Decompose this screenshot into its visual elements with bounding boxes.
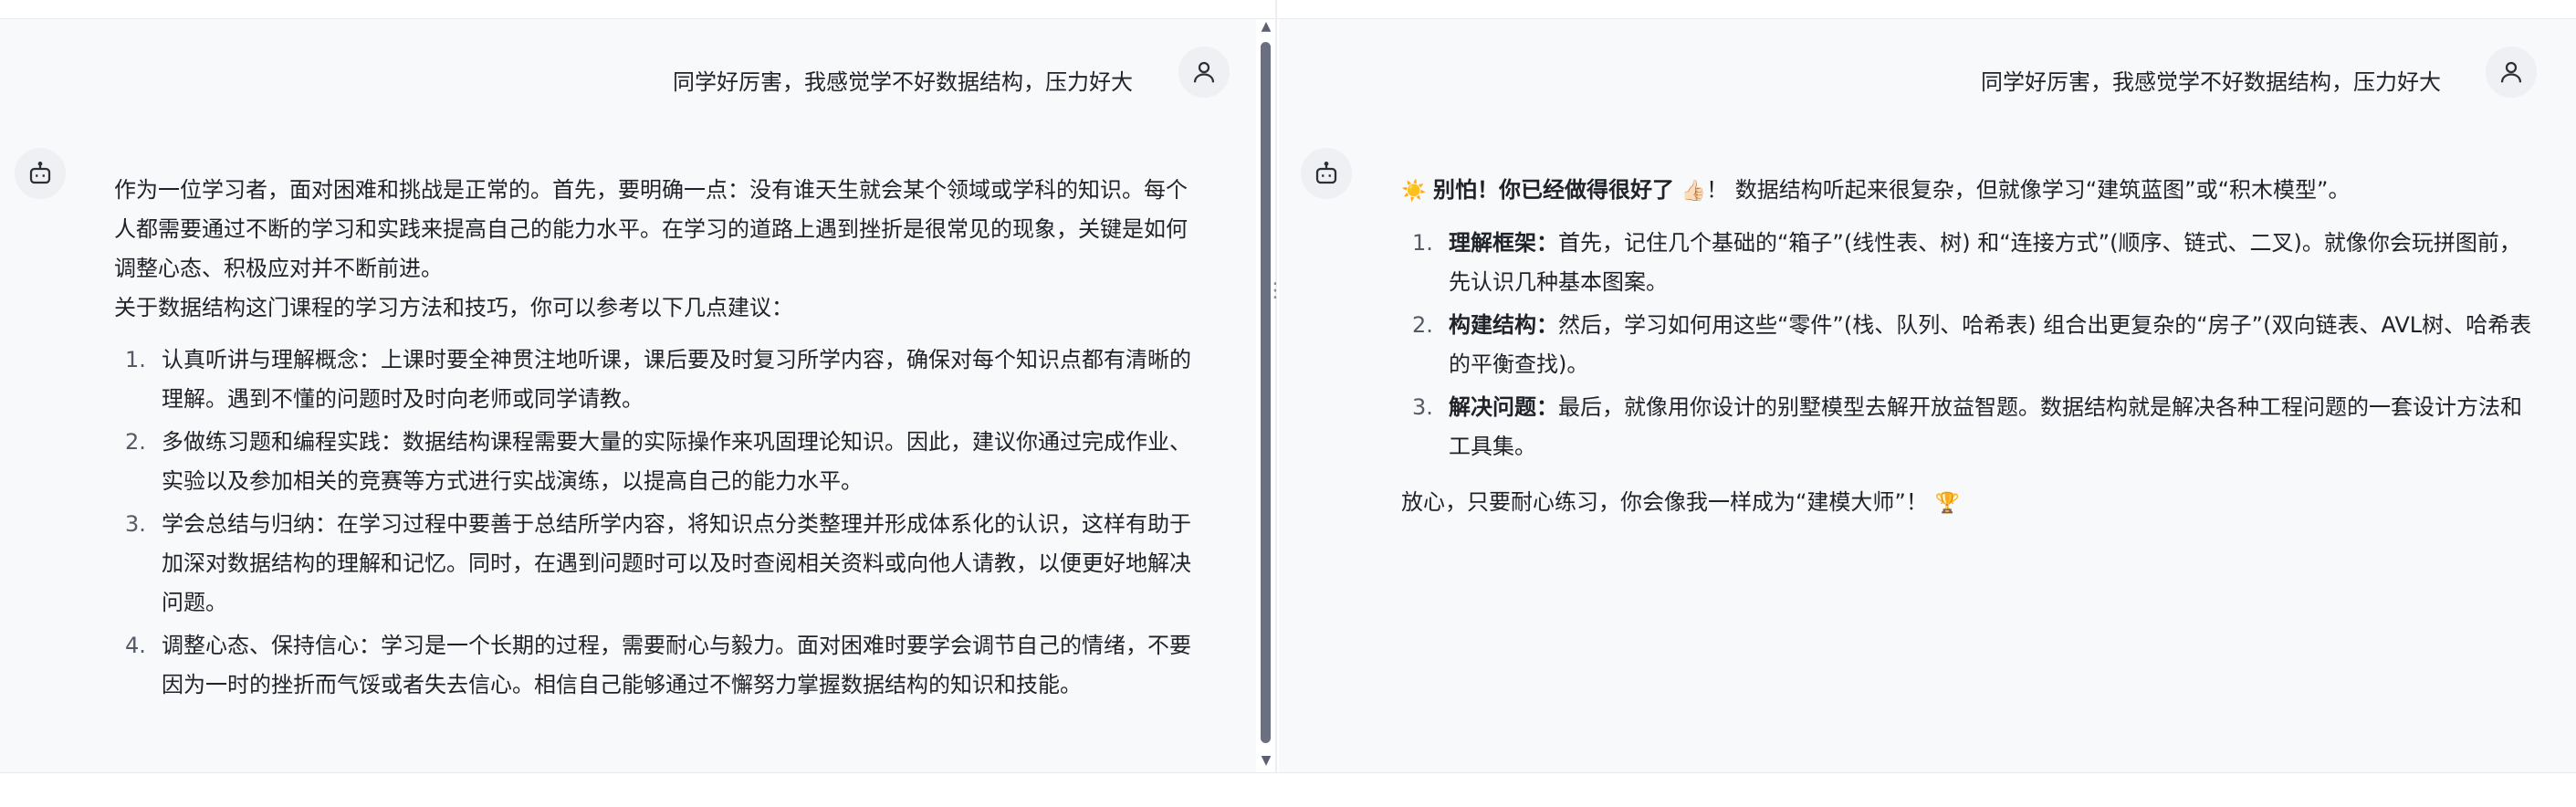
advice-list: 1. 理解框架：首先，记住几个基础的“箱子”(线性表、树) 和“连接方式”(顺序、… [1401, 224, 2542, 466]
list-item: 2. 构建结构：然后，学习如何用这些“零件”(栈、队列、哈希表) 组合出更复杂的“… [1412, 312, 2532, 377]
bot-message: ☀️ 别怕！你已经做得很好了 👍🏻！ 数据结构听起来很复杂，但就像学习“建筑蓝图… [1401, 171, 2542, 523]
robot-icon [1315, 162, 1337, 184]
list-item: 1. 理解框架：首先，记住几个基础的“箱子”(线性表、树) 和“连接方式”(顺序、… [1412, 230, 2521, 295]
left-chat-pane[interactable]: 同学好厉害，我感觉学不好数据结构，压力好大 作为一位学习者，面对困难和挑战是正常… [0, 19, 1256, 772]
list-item: 2. 多做练习题和编程实践：数据结构课程需要大量的实际操作来巩固理论知识。因此，建… [125, 429, 1191, 494]
bottom-border [0, 772, 2576, 807]
scroll-down-arrow-icon[interactable]: ▼ [1258, 754, 1274, 767]
list-item: 3. 解决问题：最后，就像用你设计的别墅模型去解开放益智题。数据结构就是解决各种工… [1412, 394, 2522, 459]
sun-icon: ☀️ [1401, 180, 1427, 203]
user-avatar [1178, 47, 1230, 98]
scroll-up-arrow-icon[interactable]: ▲ [1258, 20, 1274, 33]
top-border [0, 0, 2576, 19]
bot-avatar [15, 148, 66, 199]
bot-outro: 放心，只要耐心练习，你会像我一样成为“建模大师”！ 🏆 [1401, 489, 1960, 515]
scrollbar-thumb[interactable] [1261, 42, 1271, 743]
right-chat-pane[interactable]: 同学好厉害，我感觉学不好数据结构，压力好大 ☀️ 别怕！你已经做得很好了 👍🏻！… [1279, 19, 2576, 772]
user-message: 同学好厉害，我感觉学不好数据结构，压力好大 [1981, 69, 2441, 95]
list-item: 3. 学会总结与归纳：在学习过程中要善于总结所学内容，将知识点分类整理并形成体系化… [125, 511, 1191, 615]
advice-list: 1. 认真听讲与理解概念：上课时要全神贯注地听课，课后要及时复习所学内容，确保对每… [114, 341, 1200, 705]
bot-lead: 关于数据结构这门课程的学习方法和技巧，你可以参考以下几点建议： [114, 295, 793, 320]
robot-icon [29, 162, 51, 184]
thumbs-up-icon: 👍🏻 [1681, 180, 1707, 203]
user-message: 同学好厉害，我感觉学不好数据结构，压力好大 [673, 69, 1133, 95]
bot-intro: 作为一位学习者，面对困难和挑战是正常的。首先，要明确一点：没有谁天生就会某个领域… [114, 177, 1188, 281]
user-icon [2500, 61, 2522, 83]
bot-avatar [1301, 148, 1352, 199]
list-item: 4. 调整心态、保持信心：学习是一个长期的过程，需要耐心与毅力。面对困难时要学会调… [125, 633, 1191, 697]
trophy-icon: 🏆 [1934, 492, 1960, 515]
pane-divider[interactable] [1275, 0, 1277, 772]
user-avatar [2486, 47, 2537, 98]
bot-message: 作为一位学习者，面对困难和挑战是正常的。首先，要明确一点：没有谁天生就会某个领域… [114, 171, 1200, 708]
bot-intro: ☀️ 别怕！你已经做得很好了 👍🏻！ 数据结构听起来很复杂，但就像学习“建筑蓝图… [1401, 177, 2351, 203]
user-icon [1193, 61, 1215, 83]
list-item: 1. 认真听讲与理解概念：上课时要全神贯注地听课，课后要及时复习所学内容，确保对每… [125, 347, 1191, 412]
